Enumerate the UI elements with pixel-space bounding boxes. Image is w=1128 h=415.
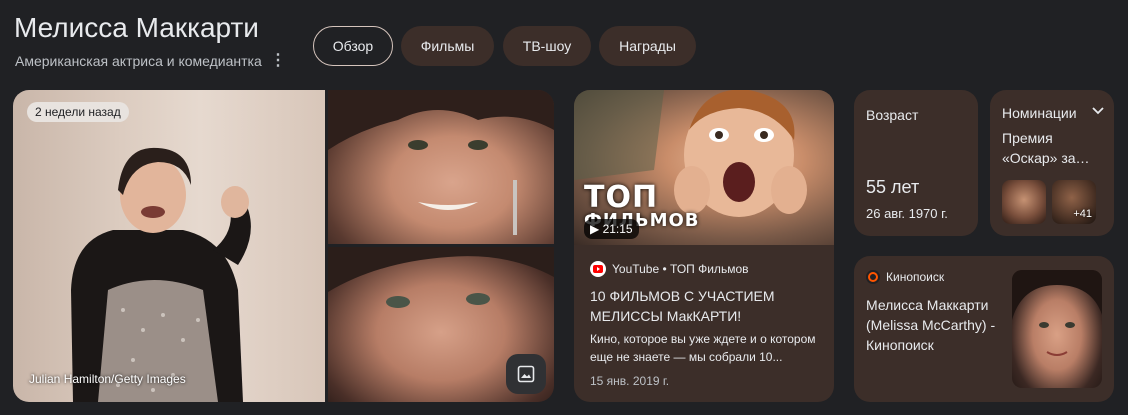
video-description: Кино, которое вы уже ждете и о котором е… xyxy=(590,332,816,364)
duration-text: 21:15 xyxy=(602,222,633,236)
image-icon xyxy=(517,365,535,383)
image-search-button[interactable] xyxy=(506,354,546,394)
nominee-photo[interactable] xyxy=(1002,180,1046,224)
time-badge: 2 недели назад xyxy=(27,102,129,122)
kinopoisk-source-text: Кинопоиск xyxy=(886,270,945,284)
photo-credit: Julian Hamilton/Getty Images xyxy=(29,372,186,386)
nominations-card[interactable]: Номинации Премия «Оскар» за… +41 xyxy=(990,90,1114,236)
kinopoisk-title[interactable]: Мелисса Маккарти (Melissa McCarthy) - Ки… xyxy=(866,295,1006,355)
more-options-icon[interactable]: ⋮ xyxy=(270,50,286,70)
video-date: 15 янв. 2019 г. xyxy=(590,374,670,388)
knowledge-panel-subtitle: Американская актриса и комедиантка xyxy=(15,53,262,69)
video-duration: ▶ 21:15 xyxy=(584,219,639,239)
face-illustration-top xyxy=(328,90,554,235)
video-card[interactable]: ТОП ФИЛЬМОВ ▶ 21:15 YouTube • ТОП Фильмо… xyxy=(574,90,834,402)
nominee-photo-more[interactable]: +41 xyxy=(1052,180,1096,224)
face-photo-bottom[interactable] xyxy=(328,247,554,402)
birth-date: 26 авг. 1970 г. xyxy=(866,206,948,221)
image-grid: 2 недели назад Julian Hamilton/Getty Ima… xyxy=(13,90,554,402)
youtube-icon xyxy=(590,261,606,277)
kinopoisk-source: Кинопоиск xyxy=(866,270,944,284)
tab-overview[interactable]: Обзор xyxy=(313,26,393,66)
kinopoisk-photo[interactable] xyxy=(1012,270,1102,388)
nominations-more-count: +41 xyxy=(1073,208,1092,220)
kinopoisk-card[interactable]: Кинопоиск Мелисса Маккарти (Melissa McCa… xyxy=(854,256,1114,402)
nominations-text: Премия «Оскар» за… xyxy=(1002,130,1090,166)
tab-tv-shows[interactable]: ТВ-шоу xyxy=(503,26,591,66)
tab-awards[interactable]: Награды xyxy=(599,26,696,66)
video-source-text: YouTube • ТОП Фильмов xyxy=(612,262,749,276)
video-source: YouTube • ТОП Фильмов xyxy=(590,261,749,277)
face-photo-top[interactable] xyxy=(328,90,554,244)
chevron-down-icon[interactable] xyxy=(1092,104,1104,118)
tab-films[interactable]: Фильмы xyxy=(401,26,494,66)
kinopoisk-icon xyxy=(866,270,880,284)
actress-figure-illustration xyxy=(71,147,251,402)
nominations-label: Номинации xyxy=(1002,105,1077,121)
play-icon: ▶ xyxy=(590,222,600,236)
age-value: 55 лет xyxy=(866,177,920,197)
main-photo[interactable]: 2 недели назад Julian Hamilton/Getty Ima… xyxy=(13,90,325,402)
kinopoisk-face-illustration xyxy=(1012,270,1102,356)
age-card[interactable]: Возраст 55 лет 26 авг. 1970 г. xyxy=(854,90,978,236)
age-label: Возраст xyxy=(866,107,919,123)
video-thumbnail[interactable]: ТОП ФИЛЬМОВ ▶ 21:15 xyxy=(574,90,834,245)
video-title[interactable]: 10 ФИЛЬМОВ С УЧАСТИЕМ МЕЛИССЫ МакКАРТИ! xyxy=(590,286,820,326)
knowledge-panel-title: Мелисса Маккарти xyxy=(14,12,259,43)
